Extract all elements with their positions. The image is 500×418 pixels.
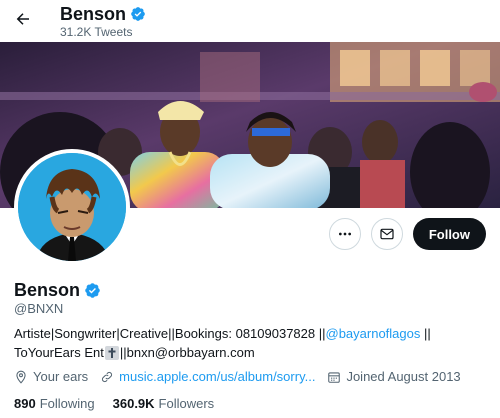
back-button[interactable] xyxy=(10,6,36,32)
verified-badge-icon xyxy=(85,282,100,298)
verified-badge-icon xyxy=(131,7,145,21)
profile-meta: Your ears music.apple.com/us/album/sorry… xyxy=(14,369,461,384)
location-pin-icon xyxy=(16,370,26,384)
profile-name: Benson xyxy=(14,280,81,300)
latin-cross-emoji-icon xyxy=(104,346,119,360)
location-item: Your ears xyxy=(14,369,88,384)
bio-text-part3: ||bnxn@orbbayarn.com xyxy=(119,345,255,360)
profile-avatar[interactable] xyxy=(14,149,130,265)
message-button[interactable] xyxy=(370,218,403,250)
profile-bio: Artiste|Songwriter|Creative||Bookings: 0… xyxy=(14,324,484,362)
calendar-icon xyxy=(328,371,341,383)
arrow-left-icon xyxy=(16,13,29,25)
envelope-icon xyxy=(380,228,394,240)
followers-label: Followers xyxy=(158,396,215,411)
bio-mention-link[interactable]: @bayarnoflagos xyxy=(326,326,421,341)
header-name: Benson xyxy=(60,4,127,24)
following-label: Following xyxy=(39,396,95,411)
follow-counts: 890 Following 360.9K Followers xyxy=(14,396,214,411)
joined-text: Joined August 2013 xyxy=(346,369,461,384)
more-dots-icon xyxy=(338,232,351,236)
link-icon xyxy=(102,371,113,382)
followers-link[interactable]: 360.9K Followers xyxy=(113,396,215,411)
more-button[interactable] xyxy=(328,218,361,250)
followers-count: 360.9K xyxy=(112,396,155,411)
website-item: music.apple.com/us/album/sorry... xyxy=(100,369,315,384)
follow-button[interactable]: Follow xyxy=(412,218,486,250)
following-link[interactable]: 890 Following xyxy=(14,396,95,411)
profile-header-bar: Benson 31.2K Tweets xyxy=(0,0,500,42)
profile-handle: @BNXN xyxy=(14,301,64,316)
following-count: 890 xyxy=(14,396,36,411)
joined-item: Joined August 2013 xyxy=(327,369,461,384)
profile-actions: Follow xyxy=(328,218,486,250)
location-text: Your ears xyxy=(33,369,89,384)
tweet-count: 31.2K Tweets xyxy=(60,25,133,39)
website-link[interactable]: music.apple.com/us/album/sorry... xyxy=(119,369,315,384)
bio-text-part1: Artiste|Songwriter|Creative||Bookings: 0… xyxy=(14,326,326,341)
